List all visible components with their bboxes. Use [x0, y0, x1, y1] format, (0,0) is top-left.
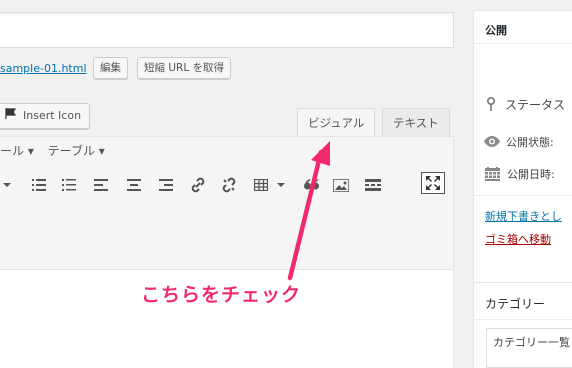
status-row: ステータス — [486, 96, 566, 114]
flag-icon — [5, 104, 17, 128]
save-draft-link[interactable]: 新規下書きとし — [485, 208, 562, 224]
annotation-text: こちらをチェック — [141, 284, 302, 306]
editor-menubar: ール ▾ テーブル ▾ — [0, 142, 115, 159]
dropdown-caret-icon[interactable] — [0, 174, 18, 196]
pin-icon — [486, 96, 496, 114]
divider — [474, 43, 572, 44]
insert-icon-label: Insert Icon — [23, 109, 82, 122]
eye-icon — [484, 136, 500, 150]
align-right-icon[interactable] — [155, 174, 177, 196]
unlink-icon[interactable] — [218, 174, 240, 196]
bullet-list-icon[interactable] — [28, 174, 50, 196]
menu-format[interactable]: ール ▾ — [0, 144, 34, 158]
visibility-label: 公開状態: — [506, 136, 554, 149]
editor-divider — [0, 269, 454, 270]
tab-visual[interactable]: ビジュアル — [297, 108, 376, 136]
get-shortlink-button[interactable]: 短縮 URL を取得 — [137, 57, 232, 79]
link-icon[interactable] — [187, 174, 209, 196]
fullscreen-icon[interactable] — [421, 172, 445, 194]
align-left-icon[interactable] — [90, 174, 112, 196]
category-list-tab[interactable]: カテゴリー一覧 — [486, 328, 572, 368]
table-icon[interactable] — [250, 174, 272, 196]
calendar-icon — [485, 166, 500, 184]
post-title-input[interactable] — [0, 12, 454, 48]
divider — [474, 195, 572, 196]
image-icon[interactable] — [330, 174, 352, 196]
date-row: 公開日時: — [485, 166, 555, 184]
tab-text[interactable]: テキスト — [382, 108, 450, 136]
table-dropdown-caret-icon[interactable] — [270, 174, 292, 196]
align-center-icon[interactable] — [123, 174, 145, 196]
permalink-link[interactable]: sample-01.html — [0, 62, 87, 75]
edit-permalink-button[interactable]: 編集 — [93, 57, 128, 79]
blockquote-icon[interactable] — [301, 174, 323, 196]
date-label: 公開日時: — [507, 168, 555, 181]
numbered-list-icon[interactable] — [58, 174, 80, 196]
insert-icon-button[interactable]: Insert Icon — [0, 103, 91, 129]
menu-table[interactable]: テーブル ▾ — [48, 144, 105, 158]
move-to-trash-link[interactable]: ゴミ箱へ移動 — [485, 231, 551, 247]
visibility-row: 公開状態: — [484, 134, 554, 150]
status-label: ステータス — [505, 98, 566, 112]
divider — [474, 319, 572, 320]
read-more-icon[interactable] — [362, 174, 384, 196]
category-box-title: カテゴリー — [485, 297, 546, 311]
publish-box-title: 公開 — [485, 24, 507, 37]
